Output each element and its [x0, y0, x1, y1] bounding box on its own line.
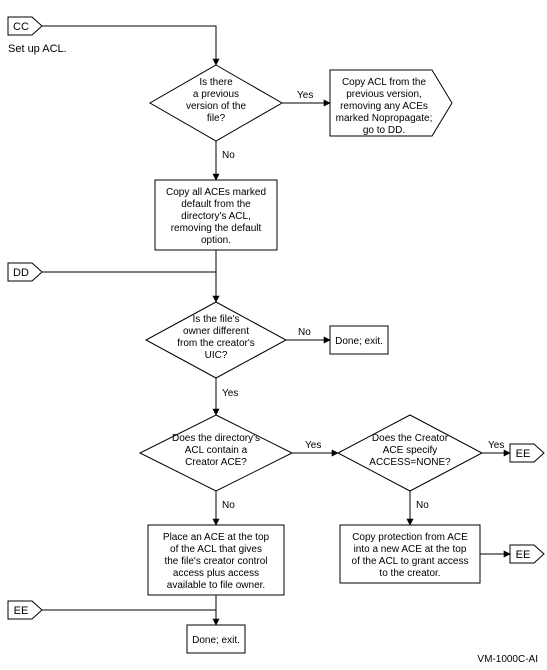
label-accessnone-no: No	[416, 500, 429, 511]
copyprev-l5: go to DD.	[363, 125, 405, 136]
copyprev-l3: removing any ACEs	[340, 101, 428, 112]
creatorace-l2: ACL contain a	[185, 445, 248, 456]
label-prev-yes: Yes	[297, 90, 313, 101]
copydef-l1: Copy all ACEs marked	[166, 187, 266, 198]
done1-text: Done; exit.	[335, 336, 383, 347]
process-copy-protection: Copy protection from ACE into a new ACE …	[340, 525, 480, 583]
label-owner-no: No	[298, 327, 311, 338]
copyprev-l1: Copy ACL from the	[342, 77, 427, 88]
decision-prev-l2: a previous	[193, 89, 239, 100]
connector-ee-top-label: EE	[516, 448, 531, 460]
decision-access-none: Does the Creator ACE specify ACCESS=NONE…	[338, 415, 482, 491]
copyprot-l3: of the ACL to grant access	[352, 556, 469, 567]
ownerdiff-l1: Is the file's	[193, 314, 240, 325]
decision-owner-diff: Is the file's owner different from the c…	[146, 302, 286, 378]
label-accessnone-yes: Yes	[488, 440, 504, 451]
process-copy-prev: Copy ACL from the previous version, remo…	[330, 70, 452, 136]
placeace-l5: available to file owner.	[167, 580, 265, 591]
ownerdiff-l4: UIC?	[205, 350, 228, 361]
decision-previous-version: Is there a previous version of the file?	[150, 65, 282, 141]
copydef-l2: default from the	[181, 199, 251, 210]
process-done-exit-2: Done; exit.	[187, 625, 245, 653]
label-setup-acl: Set up ACL.	[8, 43, 67, 55]
connector-dd-label: DD	[13, 267, 29, 279]
copyprot-l1: Copy protection from ACE	[352, 532, 468, 543]
label-owner-yes: Yes	[222, 388, 238, 399]
label-creatorace-no: No	[222, 500, 235, 511]
label-prev-no: No	[222, 150, 235, 161]
copydef-l5: option.	[201, 235, 231, 246]
connector-ee-left: EE	[8, 601, 42, 619]
decision-has-creator-ace: Does the directory's ACL contain a Creat…	[140, 415, 292, 491]
copyprot-l4: to the creator.	[379, 568, 440, 579]
placeace-l3: the file's creator control	[164, 556, 267, 567]
creatorace-l1: Does the directory's	[172, 433, 260, 444]
process-place-ace: Place an ACE at the top of the ACL that …	[148, 525, 284, 595]
connector-ee-right: EE	[510, 545, 544, 563]
copyprot-l2: into a new ACE at the top	[354, 544, 467, 555]
creatorace-l3: Creator ACE?	[185, 457, 247, 468]
decision-prev-l3: version of the	[186, 101, 246, 112]
ownerdiff-l2: owner different	[183, 326, 249, 337]
flowchart-diagram: CC Set up ACL. Is there a previous versi…	[0, 0, 547, 670]
done2-text: Done; exit.	[192, 635, 240, 646]
copyprev-l2: previous version,	[346, 89, 422, 100]
decision-prev-l1: Is there	[199, 77, 233, 88]
accessnone-l1: Does the Creator	[372, 433, 449, 444]
ownerdiff-l3: from the creator's	[177, 338, 255, 349]
connector-cc-label: CC	[13, 21, 29, 33]
placeace-l4: access plus access	[173, 568, 259, 579]
connector-ee-right-label: EE	[516, 549, 531, 561]
connector-ee-left-label: EE	[14, 605, 29, 617]
copydef-l4: removing the default	[171, 223, 262, 234]
connector-ee-top: EE	[510, 444, 544, 462]
placeace-l2: of the ACL that gives	[170, 544, 262, 555]
label-creatorace-yes: Yes	[305, 440, 321, 451]
accessnone-l2: ACE specify	[383, 445, 437, 456]
copyprev-l4: marked Nopropagate;	[336, 113, 433, 124]
process-done-exit-1: Done; exit.	[330, 326, 388, 354]
connector-dd: DD	[8, 263, 42, 281]
connector-cc: CC	[8, 17, 42, 35]
decision-prev-l4: file?	[207, 113, 226, 124]
accessnone-l3: ACCESS=NONE?	[369, 457, 451, 468]
footer-id: VM-1000C-AI	[477, 654, 538, 665]
process-copy-defaults: Copy all ACEs marked default from the di…	[155, 180, 277, 250]
flow-cc-to-decision1	[42, 26, 216, 65]
placeace-l1: Place an ACE at the top	[163, 532, 270, 543]
copydef-l3: directory's ACL,	[181, 211, 251, 222]
